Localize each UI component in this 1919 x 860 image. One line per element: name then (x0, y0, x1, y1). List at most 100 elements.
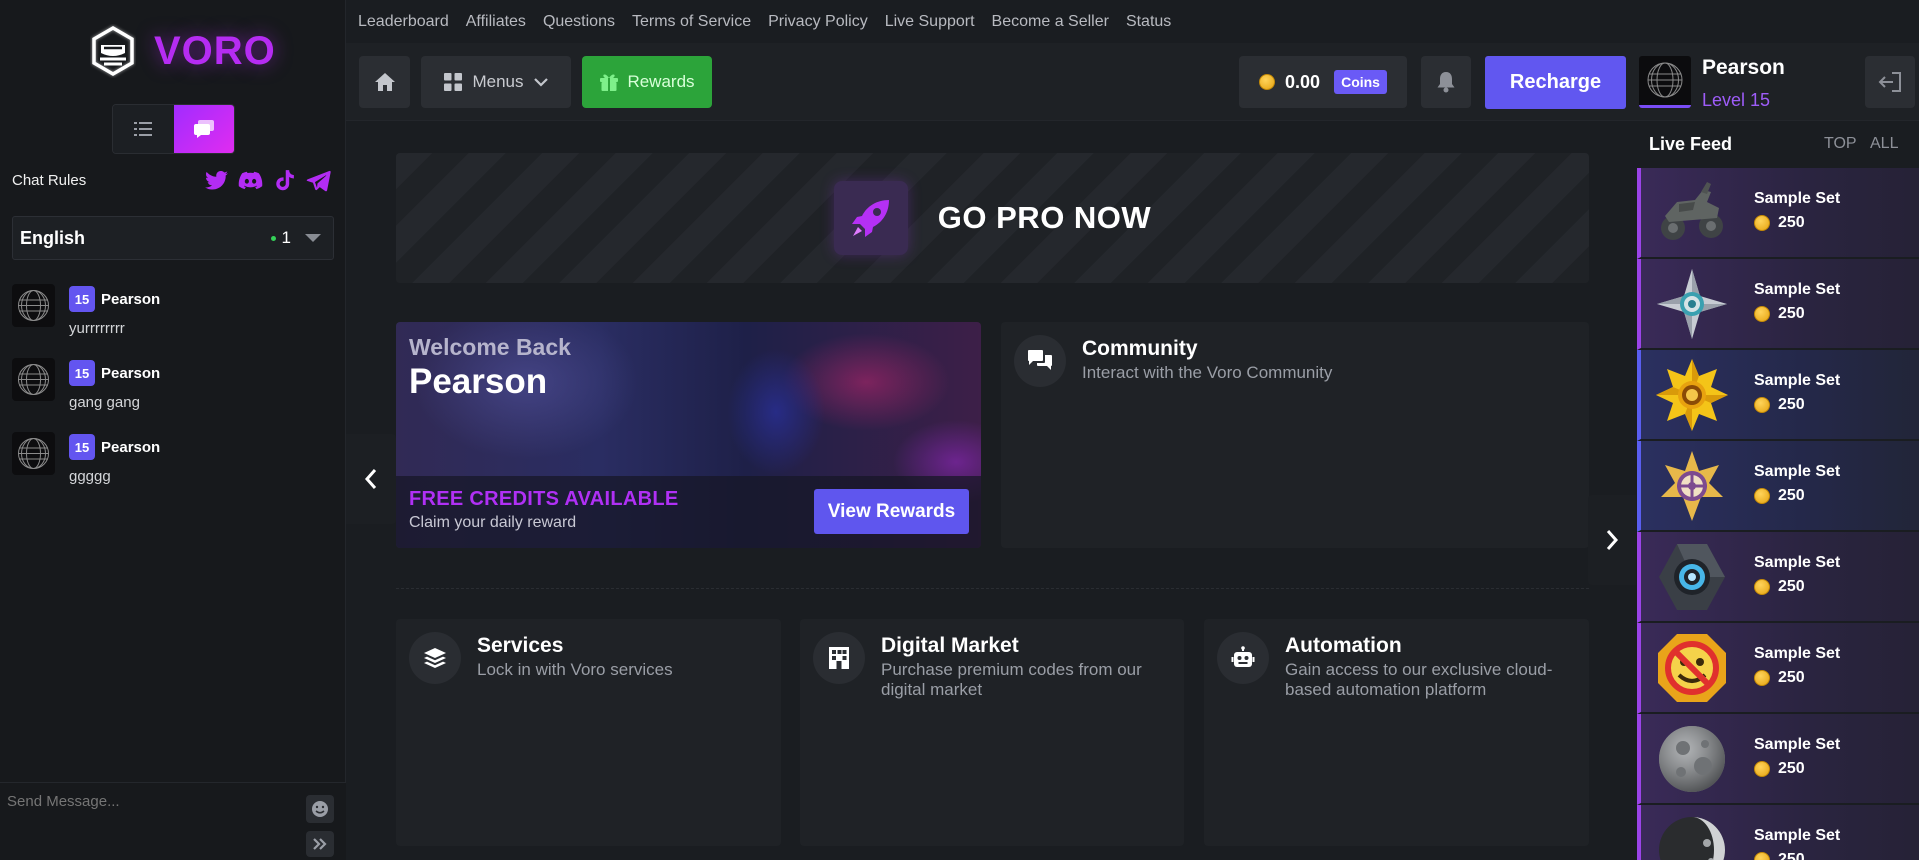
user-name[interactable]: Pearson (1702, 56, 1785, 80)
feed-item[interactable]: Sample Set 250 (1637, 623, 1919, 714)
description-line: digital market (881, 680, 983, 699)
link-questions[interactable]: Questions (543, 13, 615, 31)
feed-item-name: Sample Set (1754, 645, 1841, 662)
community-description: Interact with the Voro Community (1082, 363, 1333, 382)
automation-card[interactable]: Automation Gain access to our exclusive … (1204, 619, 1589, 846)
top-links: Leaderboard Affiliates Questions Terms o… (358, 0, 1171, 43)
link-affiliates[interactable]: Affiliates (466, 13, 526, 31)
discord-icon[interactable] (238, 168, 263, 193)
feed-item-value-amount: 250 (1778, 396, 1805, 413)
digital-market-card[interactable]: Digital Market Purchase premium codes fr… (800, 619, 1184, 846)
services-description: Lock in with Voro services (477, 660, 673, 679)
user-avatar[interactable] (1639, 56, 1691, 108)
menus-dropdown[interactable]: Menus (421, 56, 571, 108)
digital-market-description: Purchase premium codes from our digital m… (881, 660, 1142, 700)
feed-item[interactable]: Sample Set 250 (1637, 259, 1919, 350)
menus-label: Menus (472, 72, 524, 91)
chat-composer (0, 782, 346, 860)
notifications-button[interactable] (1421, 56, 1471, 108)
link-privacy-policy[interactable]: Privacy Policy (768, 13, 868, 31)
feed-item[interactable]: Sample Set 250 (1637, 805, 1919, 860)
community-title: Community (1082, 337, 1198, 360)
description-line: based automation platform (1285, 680, 1487, 699)
chat-text: ggggg (69, 468, 111, 485)
crosshair-star-icon (1661, 451, 1723, 521)
feed-item-name: Sample Set (1754, 554, 1841, 571)
chat-rules-link[interactable]: Chat Rules (12, 172, 86, 189)
emoji-button[interactable] (306, 795, 334, 823)
recharge-button[interactable]: Recharge (1485, 56, 1626, 109)
rewards-label: Rewards (627, 72, 695, 91)
feed-item[interactable]: Sample Set 250 (1637, 168, 1919, 259)
link-leaderboard[interactable]: Leaderboard (358, 13, 449, 31)
feed-item-name: Sample Set (1754, 463, 1841, 480)
silver-star-icon (1657, 269, 1727, 339)
chat-username[interactable]: Pearson (101, 439, 160, 456)
feed-item-name: Sample Set (1754, 372, 1841, 389)
go-pro-title: GO PRO NOW (937, 200, 1152, 235)
coin-balance: 0.00 Coins (1239, 56, 1407, 108)
telegram-icon[interactable] (306, 168, 331, 193)
feed-item-value-amount: 250 (1778, 214, 1805, 231)
feed-item-value: 250 (1754, 760, 1805, 778)
welcome-username: Pearson (409, 362, 548, 401)
link-status[interactable]: Status (1126, 13, 1171, 31)
community-card[interactable]: Community Interact with the Voro Communi… (1001, 322, 1589, 548)
twitter-icon[interactable] (204, 168, 229, 193)
link-terms-of-service[interactable]: Terms of Service (632, 13, 751, 31)
robot-icon (1217, 632, 1269, 684)
services-card[interactable]: Services Lock in with Voro services (396, 619, 781, 846)
chat-username[interactable]: Pearson (101, 291, 160, 308)
chat-text: gang gang (69, 394, 140, 411)
double-chevron-right-icon (313, 838, 327, 850)
feed-item[interactable]: Sample Set 250 (1637, 441, 1919, 532)
moon-icon (1659, 726, 1725, 792)
view-rewards-button[interactable]: View Rewards (814, 489, 969, 534)
avatar[interactable] (12, 284, 55, 327)
chat-username[interactable]: Pearson (101, 365, 160, 382)
feed-item-name: Sample Set (1754, 281, 1841, 298)
avatar[interactable] (12, 358, 55, 401)
feed-item-value: 250 (1754, 487, 1805, 505)
list-view-button[interactable] (113, 105, 174, 153)
section-divider (396, 588, 1589, 589)
logout-button[interactable] (1865, 56, 1915, 108)
link-become-a-seller[interactable]: Become a Seller (992, 13, 1109, 31)
feed-filter-all[interactable]: ALL (1870, 135, 1898, 153)
atv-icon (1661, 182, 1723, 240)
language-select[interactable]: English 1 (12, 216, 334, 260)
coin-icon (1754, 488, 1770, 504)
feed-item-value: 250 (1754, 851, 1805, 860)
automation-title: Automation (1285, 634, 1402, 657)
coin-icon (1754, 761, 1770, 777)
link-live-support[interactable]: Live Support (885, 13, 975, 31)
feed-item[interactable]: Sample Set 250 (1637, 532, 1919, 623)
currency-toggle[interactable]: Coins (1334, 70, 1387, 94)
chevron-left-icon (364, 469, 377, 489)
feed-item-value-amount: 250 (1778, 851, 1805, 860)
go-pro-banner[interactable]: GO PRO NOW (396, 153, 1589, 283)
store-icon (813, 632, 865, 684)
avatar[interactable] (12, 432, 55, 475)
social-links (204, 168, 331, 193)
chat-view-button[interactable] (173, 105, 234, 153)
online-dot-icon (270, 235, 276, 241)
feed-item[interactable]: Sample Set 250 (1637, 714, 1919, 805)
home-button[interactable] (359, 56, 410, 108)
collapse-sidebar-button[interactable] (306, 831, 334, 857)
send-message-input[interactable] (7, 793, 287, 810)
coin-icon (1754, 306, 1770, 322)
chat-bubbles-icon (193, 120, 214, 138)
carousel-prev-button[interactable] (346, 434, 396, 524)
chat-sidebar: VORO Chat Rules English 1 15 Pearson yur… (0, 0, 346, 860)
feed-filter-top[interactable]: TOP (1824, 135, 1857, 153)
feed-item[interactable]: Sample Set 250 (1637, 350, 1919, 441)
carousel-next-button[interactable] (1588, 495, 1636, 585)
tiktok-icon[interactable] (272, 168, 297, 193)
brand-logo[interactable]: VORO (86, 22, 276, 80)
chat-icon (1014, 335, 1066, 387)
chevron-down-icon (533, 77, 548, 87)
rewards-button[interactable]: Rewards (582, 56, 712, 108)
feed-item-value: 250 (1754, 578, 1805, 596)
level-badge: 15 (69, 434, 95, 460)
